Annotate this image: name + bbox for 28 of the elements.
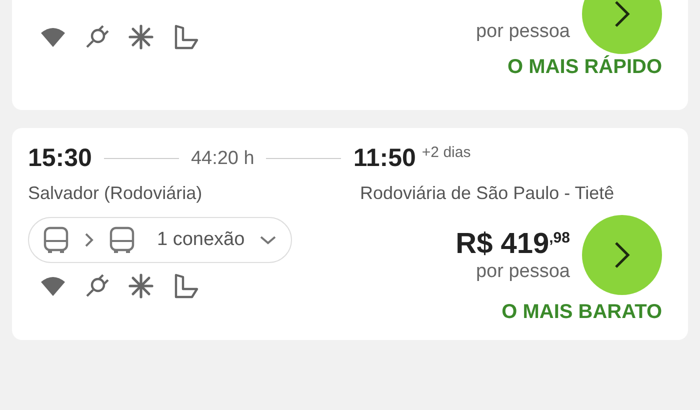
price: R$ 419$^{,98}$ (456, 228, 570, 260)
per-person-label: por pessoa (476, 260, 570, 282)
trip-duration: 44:20 h (190, 148, 254, 170)
bus-icon (109, 226, 135, 254)
chevron-down-icon (258, 234, 277, 246)
result-card[interactable]: por pessoa O MAIS RÁPIDO (12, 0, 688, 110)
origin-station: Salvador (Rodoviária) (28, 182, 204, 205)
wifi-icon (40, 25, 66, 49)
departure-time: 15:30 (28, 144, 92, 173)
seat-icon (172, 24, 200, 50)
seat-icon (172, 273, 200, 299)
result-card[interactable]: 15:30 44:20 h 11:50 +2 dias Salvador (Rodoviária) Rodoviária de São Paulo - Tietê 1 conexão R$ 419$^{,98}$ por pessoa O MAIS BARATO (12, 128, 688, 340)
trip-highlight-label: O MAIS BARATO (502, 301, 662, 324)
plug-icon (84, 273, 110, 299)
per-person-label: por pessoa (476, 21, 570, 43)
connection-dropdown[interactable]: 1 conexão (28, 217, 292, 263)
snowflake-icon (128, 24, 154, 50)
chevron-right-icon (613, 0, 631, 29)
chevron-right-icon (83, 232, 95, 248)
plug-icon (84, 24, 110, 50)
snowflake-icon (128, 273, 154, 299)
wifi-icon (40, 274, 66, 298)
destination-station: Rodoviária de São Paulo - Tietê (360, 182, 616, 205)
bus-icon (43, 226, 69, 254)
arrival-time: 11:50 (353, 144, 416, 173)
chevron-right-icon (613, 240, 631, 270)
day-offset: +2 dias (422, 144, 471, 161)
trip-highlight-label: O MAIS RÁPIDO (508, 56, 662, 79)
